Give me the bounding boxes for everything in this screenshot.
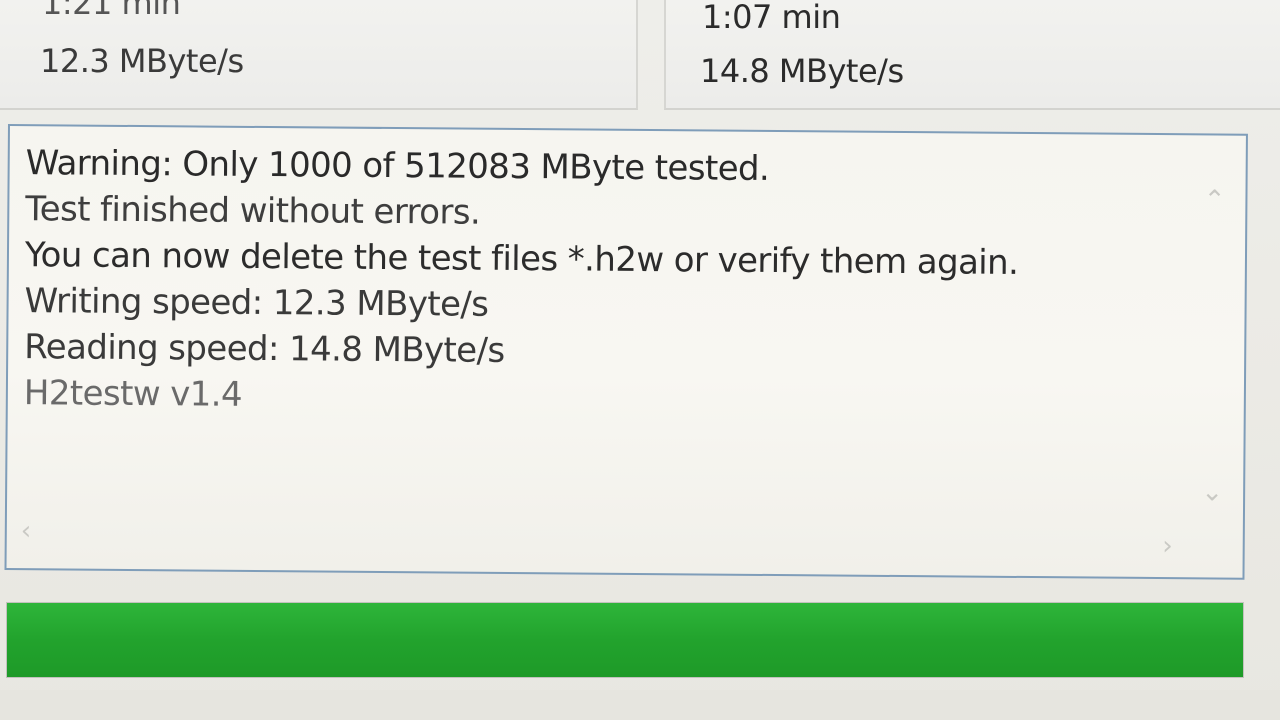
- reading-stats-panel: 1:07 min 14.8 MByte/s: [664, 0, 1280, 110]
- chevron-up-icon[interactable]: ⌃: [1204, 185, 1226, 215]
- writing-stats-panel: 1:21 min 12.3 MByte/s: [0, 0, 638, 110]
- progress-bar: [6, 602, 1244, 678]
- chevron-down-icon[interactable]: ⌄: [1201, 477, 1223, 507]
- h2testw-window: 1:21 min 12.3 MByte/s 1:07 min 14.8 MByt…: [0, 0, 1280, 720]
- log-line-version: H2testw v1.4: [23, 373, 243, 415]
- reading-time: 1:07 min: [702, 0, 841, 36]
- reading-speed: 14.8 MByte/s: [700, 52, 904, 90]
- writing-speed: 12.3 MByte/s: [40, 42, 244, 80]
- result-log-textbox[interactable]: Warning: Only 1000 of 512083 MByte teste…: [4, 124, 1248, 580]
- log-lines: Warning: Only 1000 of 512083 MByte teste…: [24, 140, 1206, 425]
- chevron-right-icon[interactable]: ›: [1162, 531, 1173, 561]
- progress-fill: [7, 603, 1243, 677]
- chevron-left-icon[interactable]: ‹: [21, 516, 32, 546]
- window-bottom-edge: [0, 690, 1280, 720]
- writing-time: 1:21 min: [42, 0, 181, 22]
